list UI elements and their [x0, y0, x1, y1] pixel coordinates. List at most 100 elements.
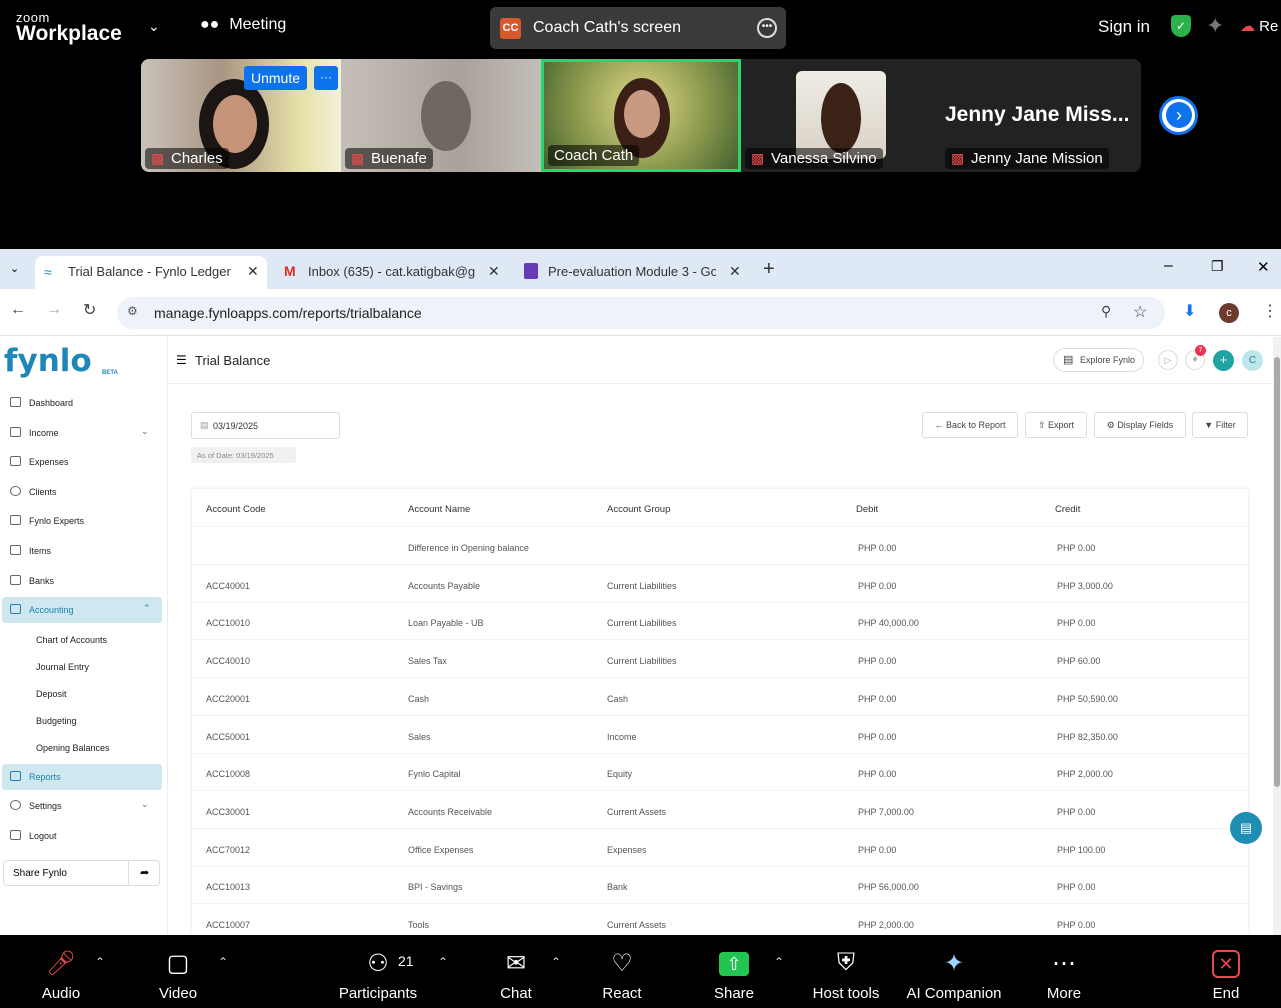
participant-tile[interactable]: Jenny Jane Miss... ▩ Jenny Jane Mission — [941, 59, 1141, 172]
site-info-icon[interactable]: ⚙ — [127, 304, 138, 318]
table-row[interactable]: ACC70012 Office Expenses Expenses PHP 0.00 P… — [192, 829, 1248, 867]
table-row[interactable]: ACC10008 Fynlo Capital Equity PHP 0.00 PHP 2… — [192, 753, 1248, 792]
grid-icon — [10, 604, 21, 614]
participants-button[interactable]: ⚇ 21 Participants — [333, 935, 423, 1008]
chat-support-button[interactable]: ▤ — [1230, 812, 1262, 844]
share-fynlo-box[interactable]: Share Fynlo ➦ — [3, 860, 160, 886]
close-window-icon[interactable]: ✕ — [1257, 258, 1270, 276]
chevron-down-icon[interactable]: ⌄ — [148, 18, 160, 35]
tab-inbox[interactable]: M Inbox (635) - cat.katigbak@gm ✕ — [282, 256, 504, 289]
close-tab-icon[interactable]: ✕ — [729, 263, 741, 280]
end-button[interactable]: ✕ End — [1203, 935, 1249, 1008]
host-tools-button[interactable]: ⛨ Host tools — [808, 935, 884, 1008]
participant-tile-active[interactable]: Coach Cath — [541, 59, 741, 172]
download-icon[interactable]: ⬇ — [1183, 301, 1196, 321]
table-row[interactable]: ACC30001 Accounts Receivable Current Asset… — [192, 791, 1248, 829]
forward-icon[interactable]: → — [46, 301, 62, 319]
participant-tile[interactable]: ▩ Vanessa Silvino — [741, 59, 941, 172]
sidebar-item-income[interactable]: Income ⌄ — [0, 420, 168, 446]
sidebar-item-fynlo-experts[interactable]: Fynlo Experts — [0, 508, 168, 534]
sidebar-item-settings[interactable]: Settings ⌄ — [0, 793, 168, 819]
export-button[interactable]: ⇧ Export — [1025, 412, 1087, 438]
minimize-icon[interactable]: – — [1164, 257, 1173, 275]
sidebar-item-items[interactable]: Items — [0, 538, 168, 564]
share-options-caret[interactable]: ⌃ — [774, 955, 784, 969]
bookmark-star-icon[interactable]: ☆ — [1133, 302, 1147, 322]
table-row[interactable]: ACC40001 Accounts Payable Current Liabilit… — [192, 565, 1248, 603]
menu-kebab-icon[interactable]: ⋮ — [1262, 301, 1278, 321]
recording-indicator[interactable]: ☁ Re — [1240, 17, 1278, 35]
unmute-button[interactable]: Unmute — [244, 66, 308, 90]
close-tab-icon[interactable]: ✕ — [247, 263, 259, 280]
add-button[interactable]: + — [1213, 350, 1234, 371]
table-row[interactable]: ACC20001 Cash Cash PHP 0.00 PHP 50,590.00 — [192, 678, 1248, 716]
more-options-icon[interactable]: ••• — [757, 18, 777, 38]
table-row[interactable]: ACC40010 Sales Tax Current Liabilities PHP … — [192, 640, 1248, 679]
participants-options-caret[interactable]: ⌃ — [438, 955, 448, 969]
sidebar-item-accounting[interactable]: Accounting ⌃ — [2, 597, 162, 623]
menu-toggle-icon[interactable]: ☰ — [176, 353, 187, 367]
sidebar-item-reports[interactable]: Reports — [2, 764, 162, 790]
table-row[interactable]: ACC10013 BPI - Savings Bank PHP 56,000.00 PH… — [192, 866, 1248, 905]
profile-avatar[interactable]: c — [1219, 303, 1239, 323]
new-tab-icon[interactable]: + — [763, 258, 775, 281]
tab-search-icon[interactable]: ⌄ — [10, 262, 19, 275]
ai-companion-button[interactable]: ✦ AI Companion — [902, 935, 1006, 1008]
display-fields-button[interactable]: ⚙ Display Fields — [1094, 412, 1186, 438]
sidebar-sub-budgeting[interactable]: Budgeting — [36, 716, 77, 726]
table-cell: PHP 56,000.00 — [858, 882, 919, 893]
explore-fynlo-button[interactable]: ▤ Explore Fynlo — [1053, 348, 1145, 372]
next-page-button[interactable]: › — [1159, 96, 1198, 135]
chevron-down-icon: ⌄ — [141, 799, 149, 809]
restore-icon[interactable]: ❐ — [1211, 258, 1224, 275]
sidebar-item-banks[interactable]: Banks — [0, 568, 168, 594]
share-button[interactable]: ⇧ Share — [709, 935, 759, 1008]
back-icon[interactable]: ← — [10, 301, 26, 319]
sidebar-sub-deposit[interactable]: Deposit — [36, 689, 67, 699]
react-button[interactable]: ♡ React — [598, 935, 646, 1008]
table-row[interactable]: Difference in Opening balance PHP 0.00 PHP… — [192, 527, 1248, 565]
chat-options-caret[interactable]: ⌃ — [551, 955, 561, 969]
video-options-caret[interactable]: ⌃ — [218, 955, 228, 969]
table-row[interactable]: ACC10007 Tools Current Assets PHP 2,000.00 P… — [192, 904, 1248, 935]
sidebar-item-dashboard[interactable]: Dashboard — [0, 390, 168, 416]
user-avatar[interactable]: C — [1242, 350, 1263, 371]
table-row[interactable]: ACC10010 Loan Payable - UB Current Liabili… — [192, 602, 1248, 641]
participant-tile[interactable]: ▩ Buenafe — [341, 59, 541, 172]
scrollbar[interactable] — [1273, 337, 1281, 935]
scrollbar-thumb[interactable] — [1274, 357, 1280, 787]
participant-tile[interactable]: Unmute ··· ▩ Charles — [141, 59, 341, 172]
table-cell: Cash — [408, 693, 430, 704]
close-tab-icon[interactable]: ✕ — [488, 263, 500, 280]
back-to-report-button[interactable]: ← Back to Report — [922, 412, 1018, 438]
date-input[interactable]: ▤ 03/19/2025 — [191, 412, 340, 439]
tab-trial-balance[interactable]: ≈ Trial Balance - Fynlo Ledger ✕ — [35, 256, 267, 289]
security-shield-icon[interactable]: ✓ — [1171, 15, 1191, 37]
table-cell: PHP 0.00 — [858, 693, 897, 704]
reload-icon[interactable]: ↻ — [83, 300, 96, 320]
meeting-menu[interactable]: ●● Meeting — [200, 16, 286, 34]
audio-button[interactable]: 🎤︎ Audio — [30, 935, 92, 1008]
tab-pre-evaluation[interactable]: Pre-evaluation Module 3 - Goo ✕ — [519, 256, 744, 289]
sidebar-item-expenses[interactable]: Expenses — [0, 449, 168, 475]
share-icon[interactable]: ➦ — [140, 866, 149, 879]
filter-button[interactable]: ▼ Filter — [1192, 412, 1248, 438]
more-button[interactable]: ··· — [314, 66, 338, 90]
table-row[interactable]: ACC50001 Sales Income PHP 0.00 PHP 82,350.00 — [192, 716, 1248, 754]
zoom-icon[interactable]: ⚲ — [1101, 303, 1111, 320]
table-cell: PHP 2,000.00 — [1057, 769, 1113, 780]
sidebar-item-clients[interactable]: Clients — [0, 479, 168, 505]
share-indicator[interactable]: CC Coach Cath's screen ••• — [490, 7, 786, 49]
video-icon[interactable]: ▷ — [1158, 350, 1178, 370]
sidebar-sub-journal-entry[interactable]: Journal Entry — [36, 662, 89, 672]
sidebar-item-logout[interactable]: Logout — [0, 823, 168, 849]
sign-in-link[interactable]: Sign in — [1098, 17, 1150, 37]
video-button[interactable]: ▢ Video — [148, 935, 208, 1008]
chat-button[interactable]: ✉ Chat — [492, 935, 540, 1008]
sidebar-sub-opening-balances[interactable]: Opening Balances — [36, 743, 110, 753]
more-button[interactable]: ⋯ More — [1040, 935, 1088, 1008]
ai-sparkle-icon[interactable]: ✦ — [1206, 13, 1224, 39]
url-bar[interactable]: ⚙ manage.fynloapps.com/reports/trialbala… — [117, 297, 1165, 329]
audio-options-caret[interactable]: ⌃ — [95, 955, 105, 969]
sidebar-sub-chart-of-accounts[interactable]: Chart of Accounts — [36, 635, 107, 645]
